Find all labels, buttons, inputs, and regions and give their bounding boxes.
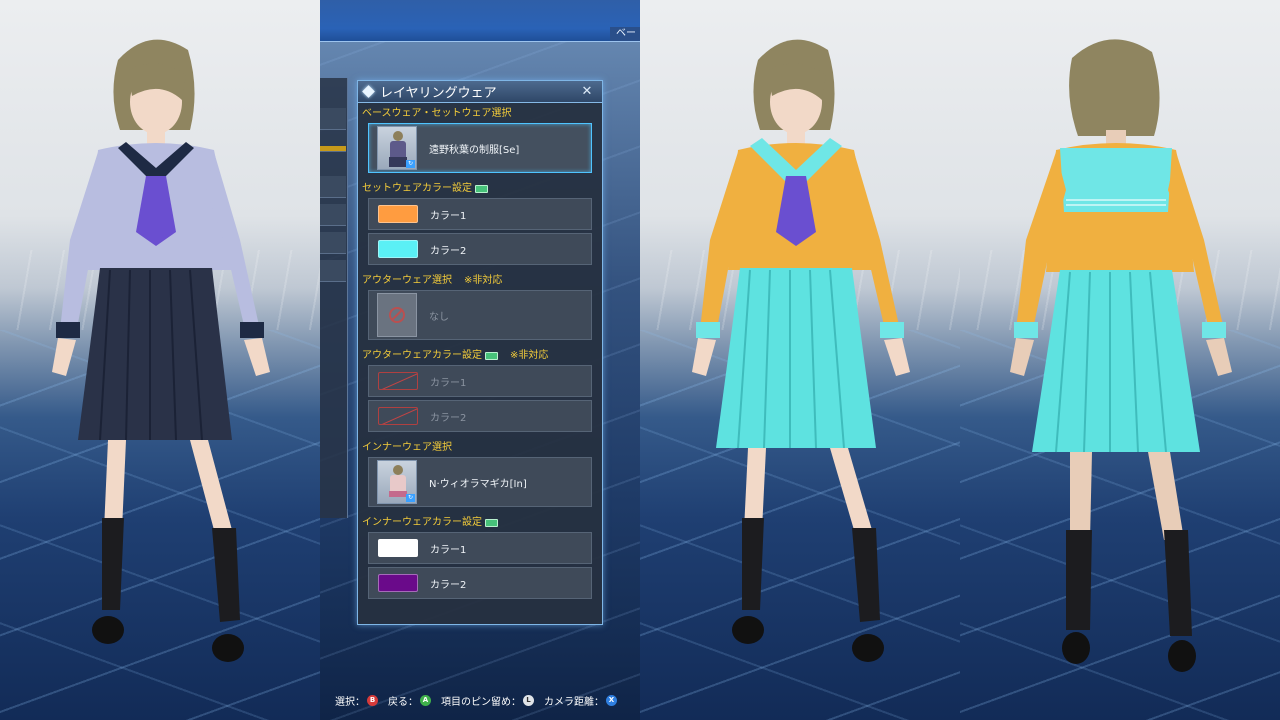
color-tag-icon bbox=[485, 351, 498, 360]
outer-wear-note: ※非対応 bbox=[464, 275, 503, 286]
background-slot bbox=[320, 204, 346, 226]
outer-color-note: ※非対応 bbox=[510, 350, 549, 361]
guide-camera-text: カメラ距離： bbox=[544, 696, 604, 708]
diamond-icon bbox=[362, 85, 375, 98]
inner-wear-section-label: インナーウェア選択 bbox=[362, 441, 602, 454]
guide-select: 選択： B bbox=[335, 693, 378, 708]
set-color-section-label: セットウェアカラー設定 bbox=[362, 182, 602, 195]
outer-wear-name: なし bbox=[429, 311, 449, 323]
set-color-2-row[interactable]: カラー2 bbox=[368, 233, 592, 265]
base-wear-name: 遠野秋葉の制服[Se] bbox=[429, 144, 520, 156]
a-button-icon: A bbox=[420, 694, 431, 706]
background-slot bbox=[320, 232, 346, 254]
outer-wear-select-row[interactable]: なし bbox=[368, 290, 592, 340]
background-slot bbox=[320, 176, 346, 198]
color-tag-icon bbox=[485, 518, 498, 527]
character-figure-back bbox=[1010, 39, 1232, 672]
guide-camera: カメラ距離： X bbox=[544, 693, 617, 708]
base-wear-section-label: ベースウェア・セットウェア選択 bbox=[362, 107, 602, 120]
disabled-swatch-icon bbox=[378, 372, 418, 390]
character-figure-front bbox=[692, 39, 910, 662]
background-slot bbox=[320, 260, 346, 282]
color-tag-icon bbox=[475, 184, 488, 193]
inner-wear-name: N·ウィオラマギカ[In] bbox=[429, 478, 527, 490]
inner-wear-thumbnail: ↻ bbox=[377, 460, 417, 504]
outer-wear-label-text: アウターウェア選択 bbox=[362, 275, 452, 286]
inner-color-2-label: カラー2 bbox=[430, 579, 467, 591]
stick-button-icon: L bbox=[523, 694, 534, 706]
base-wear-label-text: ベースウェア・セットウェア選択 bbox=[362, 108, 512, 119]
character-preview-back bbox=[960, 0, 1280, 720]
set-color-1-label: カラー1 bbox=[430, 210, 467, 222]
top-bar-label: ベー bbox=[610, 27, 640, 41]
guide-select-text: 選択： bbox=[335, 696, 365, 708]
outer-color-2-label: カラー2 bbox=[430, 412, 467, 424]
badge-icon: ↻ bbox=[406, 160, 415, 168]
inner-color-2-row[interactable]: カラー2 bbox=[368, 567, 592, 599]
set-color-label-text: セットウェアカラー設定 bbox=[362, 183, 472, 194]
inner-color-label-text: インナーウェアカラー設定 bbox=[362, 517, 482, 528]
top-bar: ベー bbox=[320, 0, 640, 42]
outer-color-2-row[interactable]: カラー2 bbox=[368, 400, 592, 432]
badge-icon: ↻ bbox=[406, 494, 415, 502]
inner-color-1-row[interactable]: カラー1 bbox=[368, 532, 592, 564]
background-panel bbox=[320, 78, 348, 518]
background-slot-highlight bbox=[320, 146, 346, 152]
character-preview-left bbox=[0, 0, 320, 720]
panel-header: レイヤリングウェア ✕ bbox=[358, 81, 602, 103]
close-icon[interactable]: ✕ bbox=[578, 83, 596, 101]
inner-color-1-swatch bbox=[378, 539, 418, 557]
background-slot bbox=[320, 108, 346, 130]
prohibited-icon bbox=[377, 293, 417, 337]
layering-wear-panel: レイヤリングウェア ✕ ベースウェア・セットウェア選択 ↻ 遠野秋葉の制服[Se… bbox=[357, 80, 603, 625]
guide-pin-text: 項目のピン留め： bbox=[441, 696, 521, 708]
base-wear-select-row[interactable]: ↻ 遠野秋葉の制服[Se] bbox=[368, 123, 592, 173]
panel-title: レイヤリングウェア bbox=[380, 86, 497, 101]
inner-color-2-swatch bbox=[378, 574, 418, 592]
guide-back-text: 戻る： bbox=[388, 696, 418, 708]
set-color-1-swatch bbox=[378, 205, 418, 223]
inner-color-1-label: カラー1 bbox=[430, 544, 467, 556]
set-color-1-row[interactable]: カラー1 bbox=[368, 198, 592, 230]
inner-wear-select-row[interactable]: ↻ N·ウィオラマギカ[In] bbox=[368, 457, 592, 507]
disabled-swatch-icon bbox=[378, 407, 418, 425]
set-color-2-swatch bbox=[378, 240, 418, 258]
outer-wear-section-label: アウターウェア選択 ※非対応 bbox=[362, 274, 602, 287]
guide-back: 戻る： A bbox=[388, 693, 431, 708]
character-figure-left bbox=[52, 39, 270, 662]
b-button-icon: B bbox=[367, 694, 378, 706]
outer-color-1-label: カラー1 bbox=[430, 377, 467, 389]
x-button-icon: X bbox=[606, 694, 617, 706]
outer-color-section-label: アウターウェアカラー設定 ※非対応 bbox=[362, 349, 602, 362]
outer-color-label-text: アウターウェアカラー設定 bbox=[362, 350, 482, 361]
inner-wear-label-text: インナーウェア選択 bbox=[362, 442, 452, 453]
inner-color-section-label: インナーウェアカラー設定 bbox=[362, 516, 602, 529]
set-color-2-label: カラー2 bbox=[430, 245, 467, 257]
guide-pin: 項目のピン留め： L bbox=[441, 693, 534, 708]
button-guide: 選択： B 戻る： A 項目のピン留め： L カメラ距離： X bbox=[335, 688, 627, 712]
outer-color-1-row[interactable]: カラー1 bbox=[368, 365, 592, 397]
character-preview-front bbox=[640, 0, 960, 720]
base-wear-thumbnail: ↻ bbox=[377, 126, 417, 170]
